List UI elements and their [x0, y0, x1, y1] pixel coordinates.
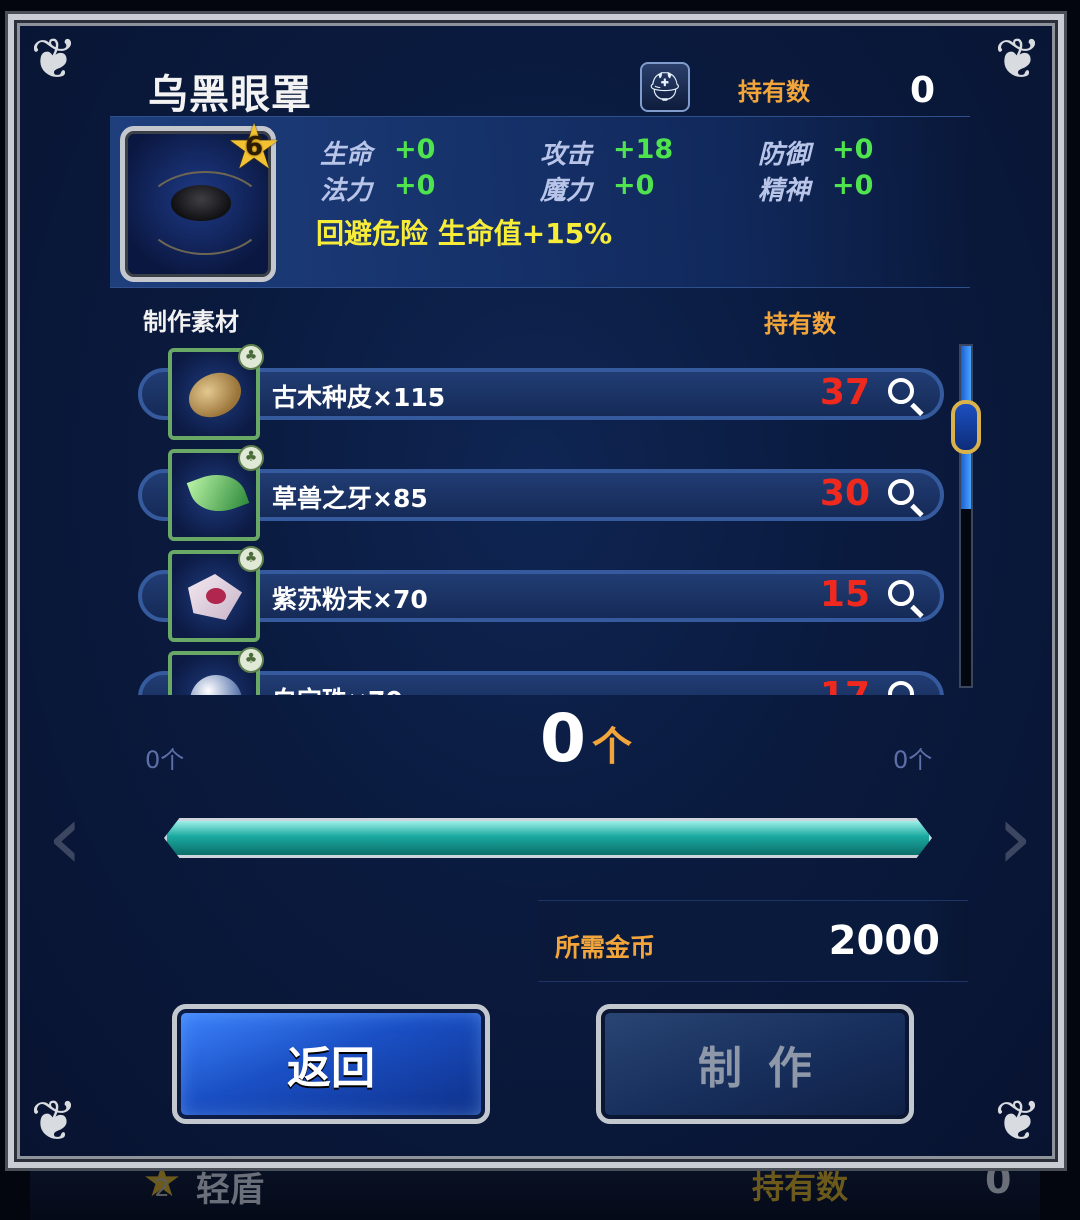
ornament-corner-icon: ❦: [30, 1089, 78, 1154]
next-item-arrow-icon[interactable]: ›: [990, 790, 1040, 886]
powder-icon: [188, 574, 242, 620]
stat-value-defense: +0: [832, 134, 874, 165]
material-icon-frame[interactable]: ♣: [168, 344, 264, 440]
materials-scrollbar[interactable]: [959, 344, 973, 688]
leaf-badge-icon: ♣: [238, 344, 264, 370]
materials-list[interactable]: ♣ 古木种皮×115 37 ♣ 草兽之牙×85 30 ♣ 紫苏粉末×70 15 …: [110, 340, 970, 695]
search-icon[interactable]: [888, 479, 914, 505]
craft-button[interactable]: 制作: [596, 1004, 914, 1124]
ornament-corner-icon: ❦: [994, 27, 1042, 92]
material-row[interactable]: ♣ 草兽之牙×85 30: [110, 445, 950, 545]
materials-title: 制作素材: [143, 308, 239, 336]
material-held-count: 30: [819, 473, 870, 514]
material-held-count: 15: [819, 574, 870, 615]
search-icon[interactable]: [888, 580, 914, 606]
material-name: 紫苏粉末×70: [272, 585, 428, 614]
material-icon-frame[interactable]: ♣: [168, 647, 264, 695]
stat-label-hp: 生命: [320, 140, 373, 170]
leaf-badge-icon: ♣: [238, 546, 264, 572]
stat-label-magic: 魔力: [540, 176, 593, 206]
gold-cost-value: 2000: [828, 918, 940, 964]
held-count-value: 0: [910, 70, 936, 111]
material-name: 草兽之牙×85: [272, 484, 428, 513]
search-icon[interactable]: [888, 378, 914, 404]
material-icon-frame[interactable]: ♣: [168, 546, 264, 642]
materials-held-label: 持有数: [764, 310, 836, 338]
scrollbar-thumb[interactable]: [951, 400, 981, 454]
material-held-count: 17: [800, 675, 870, 695]
background-rank-number: 2: [154, 1174, 170, 1202]
stat-label-spirit: 精神: [758, 176, 811, 206]
material-name: 白宝珠×70: [272, 681, 403, 695]
ornament-corner-icon: ❦: [994, 1089, 1042, 1154]
leaf-badge-icon: ♣: [238, 647, 264, 673]
stat-value-mp: +0: [394, 170, 436, 201]
material-row[interactable]: ♣ 古木种皮×115 37: [110, 344, 950, 444]
background-held-label: 持有数: [752, 1168, 849, 1206]
helmet-category-icon: ⛑: [640, 62, 690, 112]
material-icon-frame[interactable]: ♣: [168, 445, 264, 541]
rank-number: 6: [244, 132, 264, 162]
rank-star-icon: ★ 6: [222, 116, 286, 180]
quantity-unit: 个: [592, 724, 632, 770]
back-button[interactable]: 返回: [172, 1004, 490, 1124]
seed-icon: [181, 364, 249, 426]
gold-cost-label: 所需金币: [555, 933, 656, 962]
stat-label-mp: 法力: [320, 176, 373, 206]
stat-value-attack: +18: [613, 134, 674, 165]
eyepatch-icon: [171, 185, 231, 221]
material-held-count: 37: [819, 372, 870, 413]
leaf-icon: [186, 465, 250, 521]
stat-label-defense: 防御: [758, 140, 811, 170]
quantity-slider[interactable]: [164, 818, 932, 858]
stat-value-magic: +0: [613, 170, 655, 201]
stat-value-hp: +0: [394, 134, 436, 165]
item-bonus-text: 回避危险 生命值+15%: [316, 217, 613, 250]
quantity-value: 0: [540, 700, 586, 777]
ornament-corner-icon: ❦: [30, 27, 78, 92]
quantity-min-label: 0个: [145, 746, 185, 774]
held-count-label: 持有数: [738, 78, 810, 106]
leaf-badge-icon: ♣: [238, 445, 264, 471]
material-row[interactable]: ♣ 紫苏粉末×70 15: [110, 546, 950, 646]
stat-value-spirit: +0: [832, 170, 874, 201]
previous-item-arrow-icon[interactable]: ‹: [40, 790, 90, 886]
quantity-max-label: 0个: [893, 746, 933, 774]
background-item-name: 轻盾: [196, 1170, 264, 1210]
material-row[interactable]: ♣ 白宝珠×70 17: [110, 647, 950, 695]
material-name: 古木种皮×115: [272, 383, 446, 412]
stat-label-attack: 攻击: [540, 140, 593, 170]
pearl-icon: [190, 675, 242, 695]
